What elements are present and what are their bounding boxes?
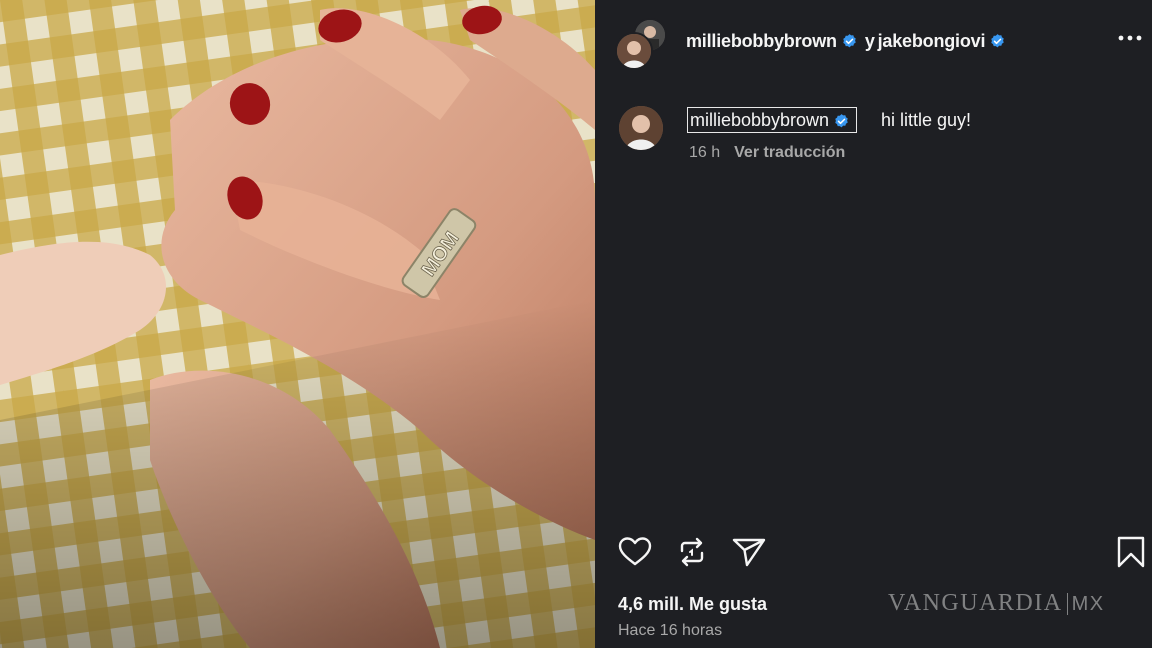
comment-meta: 16 h Ver traducción xyxy=(689,144,845,162)
comment-text: hi little guy! xyxy=(881,110,972,130)
hands-with-ring-image: MOM xyxy=(0,0,595,648)
author-username[interactable]: jakebongiovi xyxy=(878,31,986,51)
verified-badge-icon xyxy=(835,113,848,128)
send-icon[interactable] xyxy=(731,534,767,570)
post-timestamp: Hace 16 horas xyxy=(618,622,723,639)
comment-username[interactable]: milliebobbybrown xyxy=(687,107,858,133)
comment-timestamp[interactable]: 16 h xyxy=(689,144,720,161)
repost-icon[interactable] xyxy=(674,534,710,570)
avatar[interactable] xyxy=(619,106,663,150)
post-photo: MOM xyxy=(0,0,595,648)
post-authors: milliebobbybrown y jakebongiovi xyxy=(686,30,1010,52)
author-username[interactable]: milliebobbybrown xyxy=(686,31,837,51)
watermark-logo: VANGUARDIA MX xyxy=(888,590,1105,617)
bookmark-icon[interactable] xyxy=(1113,534,1149,570)
avatar[interactable] xyxy=(615,32,653,70)
post-detail-panel: milliebobbybrown y jakebongiovi milliebobb… xyxy=(595,0,1152,648)
collab-avatars[interactable] xyxy=(615,18,667,70)
comment-username-label: milliebobbybrown xyxy=(690,110,830,130)
like-count[interactable]: 4,6 mill. Me gusta xyxy=(618,594,767,615)
verified-badge-icon xyxy=(991,33,1004,48)
more-options-icon[interactable] xyxy=(1116,28,1144,48)
heart-icon[interactable] xyxy=(617,534,653,570)
collab-conjunction: y xyxy=(864,30,875,51)
post-header: milliebobbybrown y jakebongiovi xyxy=(595,14,1152,70)
verified-badge-icon xyxy=(843,33,856,48)
watermark-brand: VANGUARDIA xyxy=(888,590,1063,616)
translate-link[interactable]: Ver traducción xyxy=(734,144,845,161)
action-bar xyxy=(595,530,1152,574)
watermark-region: MX xyxy=(1066,593,1105,615)
